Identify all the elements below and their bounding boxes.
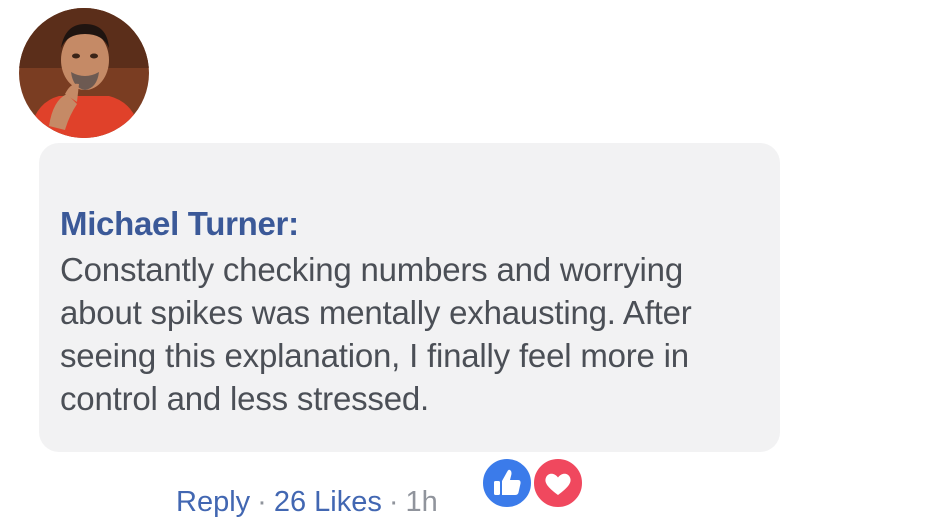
- separator-dot: ·: [388, 486, 399, 518]
- comment-view: Michael Turner: Constantly checking numb…: [0, 0, 925, 531]
- separator-dot: ·: [257, 486, 267, 518]
- comment-text: Constantly checking numbers and worrying…: [60, 251, 692, 417]
- love-reaction[interactable]: [531, 456, 585, 510]
- comment-actions: Reply · 26 Likes · 1h: [176, 484, 438, 520]
- avatar[interactable]: [19, 8, 149, 138]
- reply-link[interactable]: Reply: [176, 486, 250, 518]
- like-reaction[interactable]: [480, 456, 534, 510]
- heart-icon: [545, 473, 571, 495]
- comment-author[interactable]: Michael Turner:: [60, 204, 760, 244]
- likes-link[interactable]: 26 Likes: [274, 486, 382, 518]
- comment-timestamp: 1h: [405, 486, 438, 518]
- thumbs-up-icon: [494, 469, 521, 495]
- comment-bubble: Michael Turner: Constantly checking numb…: [39, 143, 780, 452]
- reaction-summary[interactable]: [480, 456, 588, 510]
- avatar-image: [19, 8, 149, 138]
